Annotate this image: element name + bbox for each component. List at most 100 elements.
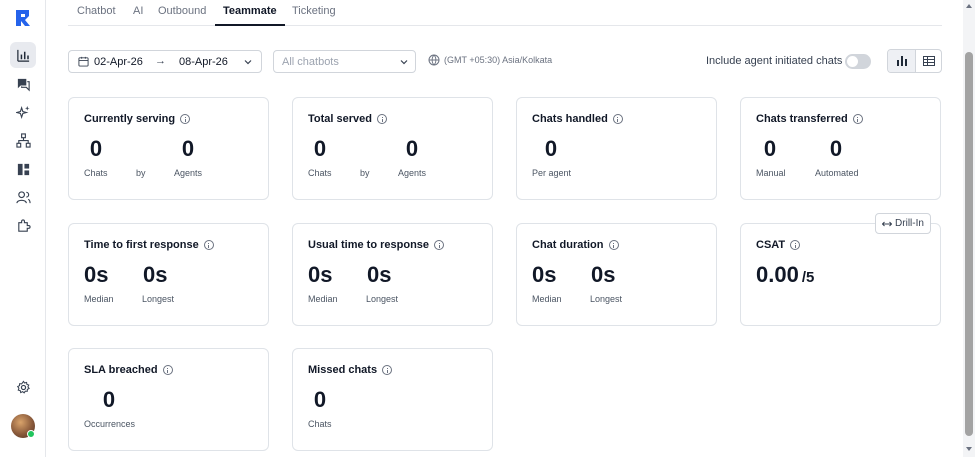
card-title: Chats handled (532, 113, 623, 125)
card-chat-duration: Chat duration 0s Median 0s Longest (516, 223, 717, 326)
metric-value: 0 (313, 387, 327, 412)
metric-median-label: Median (532, 294, 562, 304)
metric-longest: 0s (591, 262, 616, 287)
tab-ticketing[interactable]: Ticketing (292, 5, 336, 26)
include-agent-chats-toggle[interactable] (845, 54, 871, 69)
card-title: Total served (308, 113, 387, 125)
metric-median: 0s (308, 262, 333, 287)
include-agent-chats-label: Include agent initiated chats (706, 55, 843, 67)
info-icon[interactable] (852, 114, 863, 124)
card-title-text: Chat duration (532, 239, 604, 251)
csat-value: 0.00 (756, 262, 799, 287)
card-title-text: CSAT (756, 239, 786, 251)
drill-in-button[interactable]: Drill-In (875, 213, 931, 234)
tab-teammate[interactable]: Teammate (215, 5, 285, 26)
metric-agents-label: Agents (174, 168, 203, 178)
date-start: 02-Apr-26 (94, 56, 143, 68)
nav-users[interactable] (10, 184, 36, 210)
globe-icon (428, 54, 440, 66)
metric-chats-label: Chats (84, 168, 108, 178)
card-title-text: SLA breached (84, 364, 158, 376)
online-status-dot (27, 430, 35, 438)
card-title-text: Missed chats (308, 364, 378, 376)
metric-median-label: Median (84, 294, 114, 304)
info-icon[interactable] (612, 114, 623, 124)
horizontal-arrows-icon (882, 221, 893, 226)
csat-max: /5 (801, 269, 815, 286)
nav-integrations[interactable] (10, 212, 36, 238)
card-usual-time-response: Usual time to response 0s Median 0s Long… (292, 223, 493, 326)
info-icon[interactable] (377, 114, 387, 124)
timezone-label: (GMT +05:30) Asia/Kolkata (444, 55, 553, 65)
card-title: Missed chats (308, 364, 393, 376)
table-icon (923, 56, 935, 66)
ai-sparkle-icon (15, 105, 30, 119)
metric-longest-label: Longest (142, 294, 175, 304)
chart-view-button[interactable] (888, 50, 915, 72)
metric-median: 0s (84, 262, 109, 287)
settings-icon (16, 380, 30, 394)
chat-icon (17, 78, 30, 91)
nav-kanban[interactable] (10, 156, 36, 182)
metric-median: 0s (532, 262, 557, 287)
drill-in-label: Drill-In (895, 218, 924, 229)
metric-agents-label: Agents (398, 168, 427, 178)
tab-ai[interactable]: AI (133, 5, 143, 26)
card-title: CSAT (756, 239, 801, 251)
card-title: Currently serving (84, 113, 191, 125)
card-title: Chats transferred (756, 113, 863, 125)
card-title-text: Chats transferred (756, 113, 848, 125)
info-icon[interactable] (608, 240, 619, 250)
metric-value: 0 (102, 387, 116, 412)
info-icon[interactable] (180, 114, 191, 124)
sidebar (0, 0, 46, 457)
table-view-button[interactable] (915, 50, 941, 72)
card-sla-breached: SLA breached 0 Occurrences (68, 348, 269, 451)
arrow-right-icon: → (155, 55, 166, 67)
metric-by-label: by (360, 168, 370, 178)
metric-longest: 0s (143, 262, 168, 287)
card-time-first-response: Time to first response 0s Median 0s Long… (68, 223, 269, 326)
kanban-icon (17, 163, 29, 175)
tab-outbound[interactable]: Outbound (158, 5, 206, 26)
settings-button[interactable] (10, 374, 36, 400)
metric-automated: 0 (829, 136, 843, 161)
metric-label: Chats (308, 419, 332, 429)
chevron-down-icon (400, 60, 408, 65)
info-icon[interactable] (162, 365, 173, 375)
nav-chats[interactable] (10, 71, 36, 97)
vertical-scrollbar[interactable] (963, 0, 975, 457)
nav-hierarchy[interactable] (10, 127, 36, 153)
card-title-text: Chats handled (532, 113, 608, 125)
card-chats-handled: Chats handled 0 Per agent (516, 97, 717, 200)
scroll-thumb[interactable] (965, 52, 973, 436)
scroll-down-arrow[interactable] (966, 447, 972, 451)
date-end: 08-Apr-26 (179, 56, 228, 68)
tab-chatbot[interactable]: Chatbot (77, 5, 116, 26)
analytics-icon (16, 49, 29, 62)
nav-analytics[interactable] (10, 42, 36, 68)
metric-automated-label: Automated (815, 168, 859, 178)
integrations-icon (17, 218, 31, 232)
metric-median-label: Median (308, 294, 338, 304)
metric-chats: 0 (89, 136, 103, 161)
bar-chart-icon (896, 56, 907, 66)
app-logo-icon[interactable] (14, 9, 32, 27)
nav-ai[interactable] (10, 99, 36, 125)
info-icon[interactable] (434, 240, 445, 250)
view-mode-switch (887, 49, 942, 73)
date-range-picker[interactable]: 02-Apr-26 → 08-Apr-26 (68, 50, 262, 73)
card-title: Usual time to response (308, 239, 445, 251)
metric-agents: 0 (181, 136, 195, 161)
metric-by-label: by (136, 168, 146, 178)
info-icon[interactable] (790, 240, 801, 250)
card-title-text: Usual time to response (308, 239, 430, 251)
card-title-text: Time to first response (84, 239, 199, 251)
chatbot-select[interactable]: All chatbots (273, 50, 416, 73)
info-icon[interactable] (382, 365, 393, 375)
info-icon[interactable] (203, 240, 214, 250)
scroll-up-arrow[interactable] (966, 4, 972, 8)
report-tabs: Chatbot AI Outbound Teammate Ticketing (68, 0, 942, 26)
card-title-text: Currently serving (84, 113, 176, 125)
card-missed-chats: Missed chats 0 Chats (292, 348, 493, 451)
